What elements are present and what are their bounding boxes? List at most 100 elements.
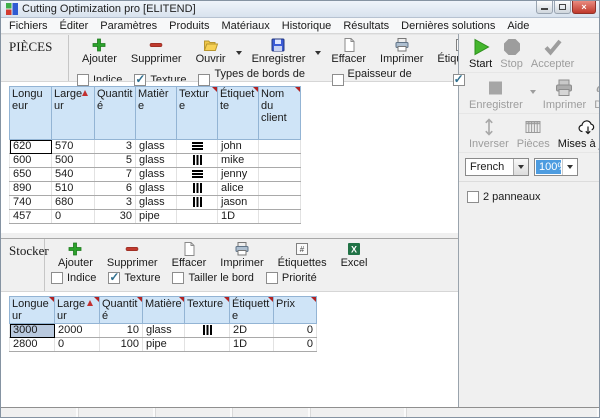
- save-result-button[interactable]: Enregistrer: [465, 78, 527, 111]
- pieces-open-button[interactable]: Ouvrir: [189, 37, 233, 65]
- minimize-button[interactable]: [536, 1, 553, 14]
- cell[interactable]: 2D: [230, 324, 274, 338]
- dxf-export-button[interactable]: dxf DXF: [590, 78, 600, 111]
- cell[interactable]: 3: [95, 196, 136, 210]
- cell[interactable]: 600: [10, 154, 52, 168]
- cell[interactable]: [177, 196, 218, 210]
- two-panels-option[interactable]: 2 panneaux: [459, 182, 600, 203]
- cell[interactable]: 0: [274, 338, 317, 352]
- cell[interactable]: [259, 210, 301, 224]
- cell[interactable]: 2800: [10, 338, 55, 352]
- cell[interactable]: alice: [218, 182, 259, 196]
- zoom-dropdown-arrow[interactable]: [562, 159, 577, 175]
- cell[interactable]: 3: [95, 140, 136, 154]
- cell[interactable]: glass: [136, 154, 177, 168]
- cell[interactable]: 570: [52, 140, 95, 154]
- column-header[interactable]: Matièr e: [136, 87, 177, 140]
- cell[interactable]: glass: [136, 182, 177, 196]
- cell[interactable]: 890: [10, 182, 52, 196]
- column-header[interactable]: Textur e: [177, 87, 218, 140]
- stock-delete-button[interactable]: Supprimer: [100, 241, 165, 269]
- cell[interactable]: 10: [100, 324, 143, 338]
- column-header[interactable]: Matière: [143, 297, 185, 324]
- checkbox-item[interactable]: Priorité: [266, 272, 317, 284]
- cell[interactable]: 100: [100, 338, 143, 352]
- menu-item[interactable]: Éditer: [54, 19, 95, 33]
- column-header[interactable]: Prix: [274, 297, 317, 324]
- cell[interactable]: [259, 154, 301, 168]
- column-header[interactable]: Nom du client: [259, 87, 301, 140]
- column-header[interactable]: Large ur: [52, 87, 95, 140]
- cell[interactable]: [259, 140, 301, 154]
- pieces-delete-button[interactable]: Supprimer: [124, 37, 189, 65]
- updates-button[interactable]: Mises à jour: [554, 117, 600, 150]
- cell[interactable]: [177, 154, 218, 168]
- pieces-add-button[interactable]: Ajouter: [75, 37, 124, 65]
- cell[interactable]: [259, 196, 301, 210]
- two-panels-checkbox[interactable]: [467, 191, 479, 203]
- cell[interactable]: glass: [143, 324, 185, 338]
- column-header[interactable]: Étiquett e: [230, 297, 274, 324]
- menu-item[interactable]: Historique: [276, 19, 338, 33]
- stock-add-button[interactable]: Ajouter: [51, 241, 100, 269]
- checkbox[interactable]: [77, 74, 89, 86]
- cell[interactable]: [259, 168, 301, 182]
- pieces-clear-button[interactable]: Effacer: [324, 37, 373, 65]
- cell[interactable]: 3000: [10, 324, 55, 338]
- cell[interactable]: 680: [52, 196, 95, 210]
- cell[interactable]: jason: [218, 196, 259, 210]
- cell[interactable]: [185, 324, 230, 338]
- start-button[interactable]: Start: [465, 37, 496, 70]
- menu-item[interactable]: Produits: [163, 19, 215, 33]
- checkbox[interactable]: [332, 74, 344, 86]
- cell[interactable]: 1D: [230, 338, 274, 352]
- pieces-print-button[interactable]: Imprimer: [373, 37, 430, 65]
- cell[interactable]: 650: [10, 168, 52, 182]
- cell[interactable]: 7: [95, 168, 136, 182]
- cell[interactable]: glass: [136, 168, 177, 182]
- cell[interactable]: mike: [218, 154, 259, 168]
- cell[interactable]: 0: [55, 338, 100, 352]
- menu-item[interactable]: Fichiers: [3, 19, 54, 33]
- save-result-dropdown-arrow[interactable]: [527, 85, 539, 97]
- cell[interactable]: 2000: [55, 324, 100, 338]
- menu-item[interactable]: Dernières solutions: [395, 19, 501, 33]
- cell[interactable]: [185, 338, 230, 352]
- column-header[interactable]: Texture: [185, 297, 230, 324]
- stock-print-button[interactable]: Imprimer: [213, 241, 270, 269]
- menu-item[interactable]: Résultats: [337, 19, 395, 33]
- checkbox[interactable]: [172, 272, 184, 284]
- checkbox[interactable]: [198, 74, 210, 86]
- accept-button[interactable]: Accepter: [527, 37, 578, 70]
- column-header[interactable]: Large ur: [55, 297, 100, 324]
- cell[interactable]: glass: [136, 196, 177, 210]
- cell[interactable]: [177, 210, 218, 224]
- cell[interactable]: 620: [10, 140, 52, 154]
- cell[interactable]: 0: [274, 324, 317, 338]
- pieces-save-button[interactable]: Enregistrer: [245, 37, 313, 65]
- column-header[interactable]: Quantit é: [95, 87, 136, 140]
- close-button[interactable]: ×: [572, 1, 596, 14]
- checkbox[interactable]: [134, 74, 146, 86]
- cell[interactable]: jenny: [218, 168, 259, 182]
- language-dropdown-arrow[interactable]: [513, 159, 528, 175]
- cell[interactable]: 510: [52, 182, 95, 196]
- menu-item[interactable]: Paramètres: [94, 19, 163, 33]
- column-header[interactable]: Longu eur: [10, 87, 52, 140]
- cell[interactable]: 5: [95, 154, 136, 168]
- cell[interactable]: 457: [10, 210, 52, 224]
- zoom-select[interactable]: 100%: [534, 158, 578, 176]
- column-header[interactable]: Longue ur: [10, 297, 55, 324]
- column-header[interactable]: Étiquet te: [218, 87, 259, 140]
- open-dropdown-arrow[interactable]: [233, 46, 245, 58]
- pieces-view-button[interactable]: Pièces: [513, 117, 554, 150]
- column-header[interactable]: Quantit é: [100, 297, 143, 324]
- cell[interactable]: pipe: [136, 210, 177, 224]
- checkbox[interactable]: [453, 74, 465, 86]
- cell[interactable]: glass: [136, 140, 177, 154]
- stock-labels-button[interactable]: # Étiquettes: [271, 241, 334, 269]
- stock-clear-button[interactable]: Effacer: [165, 241, 214, 269]
- cell[interactable]: [177, 168, 218, 182]
- checkbox-item[interactable]: Tailler le bord: [172, 272, 253, 284]
- menu-item[interactable]: Matériaux: [215, 19, 275, 33]
